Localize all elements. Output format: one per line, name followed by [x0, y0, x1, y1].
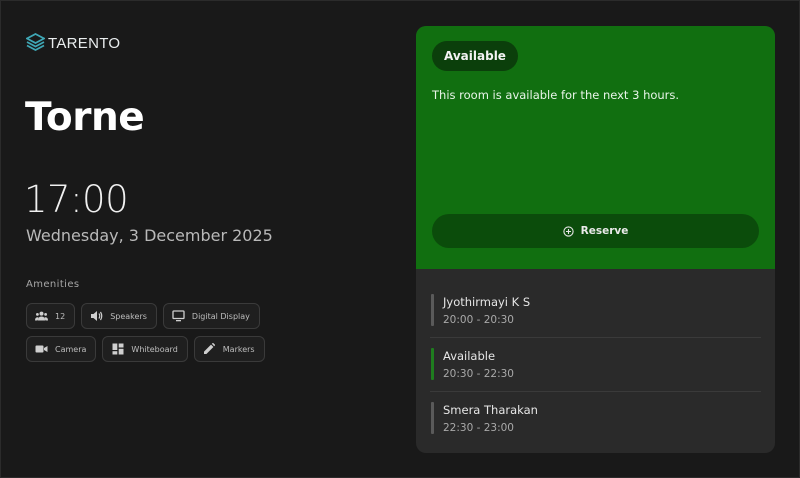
reserve-button[interactable]: Reserve — [432, 214, 759, 248]
status-panel: Available This room is available for the… — [416, 26, 775, 269]
amenity-camera: Camera — [26, 336, 97, 362]
amenity-speakers: Speakers — [81, 303, 157, 329]
schedule-status-bar — [431, 348, 434, 380]
whiteboard-icon — [111, 343, 124, 356]
amenity-whiteboard: Whiteboard — [102, 336, 188, 362]
room-name: Torne — [25, 95, 145, 140]
people-icon — [35, 310, 48, 323]
schedule-title: Jyothirmayi K S — [443, 295, 531, 309]
amenity-label: Speakers — [110, 311, 147, 321]
status-message: This room is available for the next 3 ho… — [432, 88, 680, 102]
schedule-time: 20:30 - 22:30 — [443, 368, 514, 380]
schedule-time: 20:00 - 20:30 — [443, 314, 514, 326]
schedule-item[interactable]: Available 20:30 - 22:30 — [430, 338, 761, 392]
schedule-title: Smera Tharakan — [443, 403, 538, 417]
brand-logo: TARENTO — [26, 32, 120, 54]
amenity-label: Whiteboard — [131, 344, 178, 354]
reserve-button-label: Reserve — [580, 225, 629, 237]
stacked-layers-logo-icon — [26, 33, 45, 53]
schedule-time: 22:30 - 23:00 — [443, 422, 514, 434]
clock-time: 17:00 — [24, 178, 129, 221]
monitor-icon — [172, 310, 185, 323]
room-status-card: Available This room is available for the… — [416, 26, 775, 453]
camera-icon — [35, 343, 48, 356]
schedule-item[interactable]: Jyothirmayi K S 20:00 - 20:30 — [430, 284, 761, 338]
amenity-markers: Markers — [193, 336, 265, 362]
amenities-list: 12 Speakers Digital Display Camera White… — [26, 303, 336, 362]
schedule-status-bar — [431, 402, 434, 434]
clock-date: Wednesday, 3 December 2025 — [26, 226, 273, 245]
status-badge: Available — [432, 41, 518, 71]
brand-name: TARENTO — [48, 34, 121, 52]
schedule-list: Jyothirmayi K S 20:00 - 20:30 Available … — [430, 284, 761, 446]
schedule-status-bar — [431, 294, 434, 326]
amenity-label: Camera — [55, 344, 87, 354]
plus-circle-icon — [562, 225, 574, 237]
amenity-label: Markers — [222, 344, 255, 354]
schedule-title: Available — [443, 349, 496, 363]
amenity-capacity: 12 — [26, 303, 76, 329]
amenity-label: 12 — [55, 311, 66, 321]
marker-icon — [203, 343, 216, 356]
schedule-item[interactable]: Smera Tharakan 22:30 - 23:00 — [430, 392, 761, 446]
amenities-title: Amenities — [26, 279, 80, 290]
speaker-icon — [90, 310, 103, 323]
amenity-digital-display: Digital Display — [162, 303, 260, 329]
amenity-label: Digital Display — [191, 311, 250, 321]
